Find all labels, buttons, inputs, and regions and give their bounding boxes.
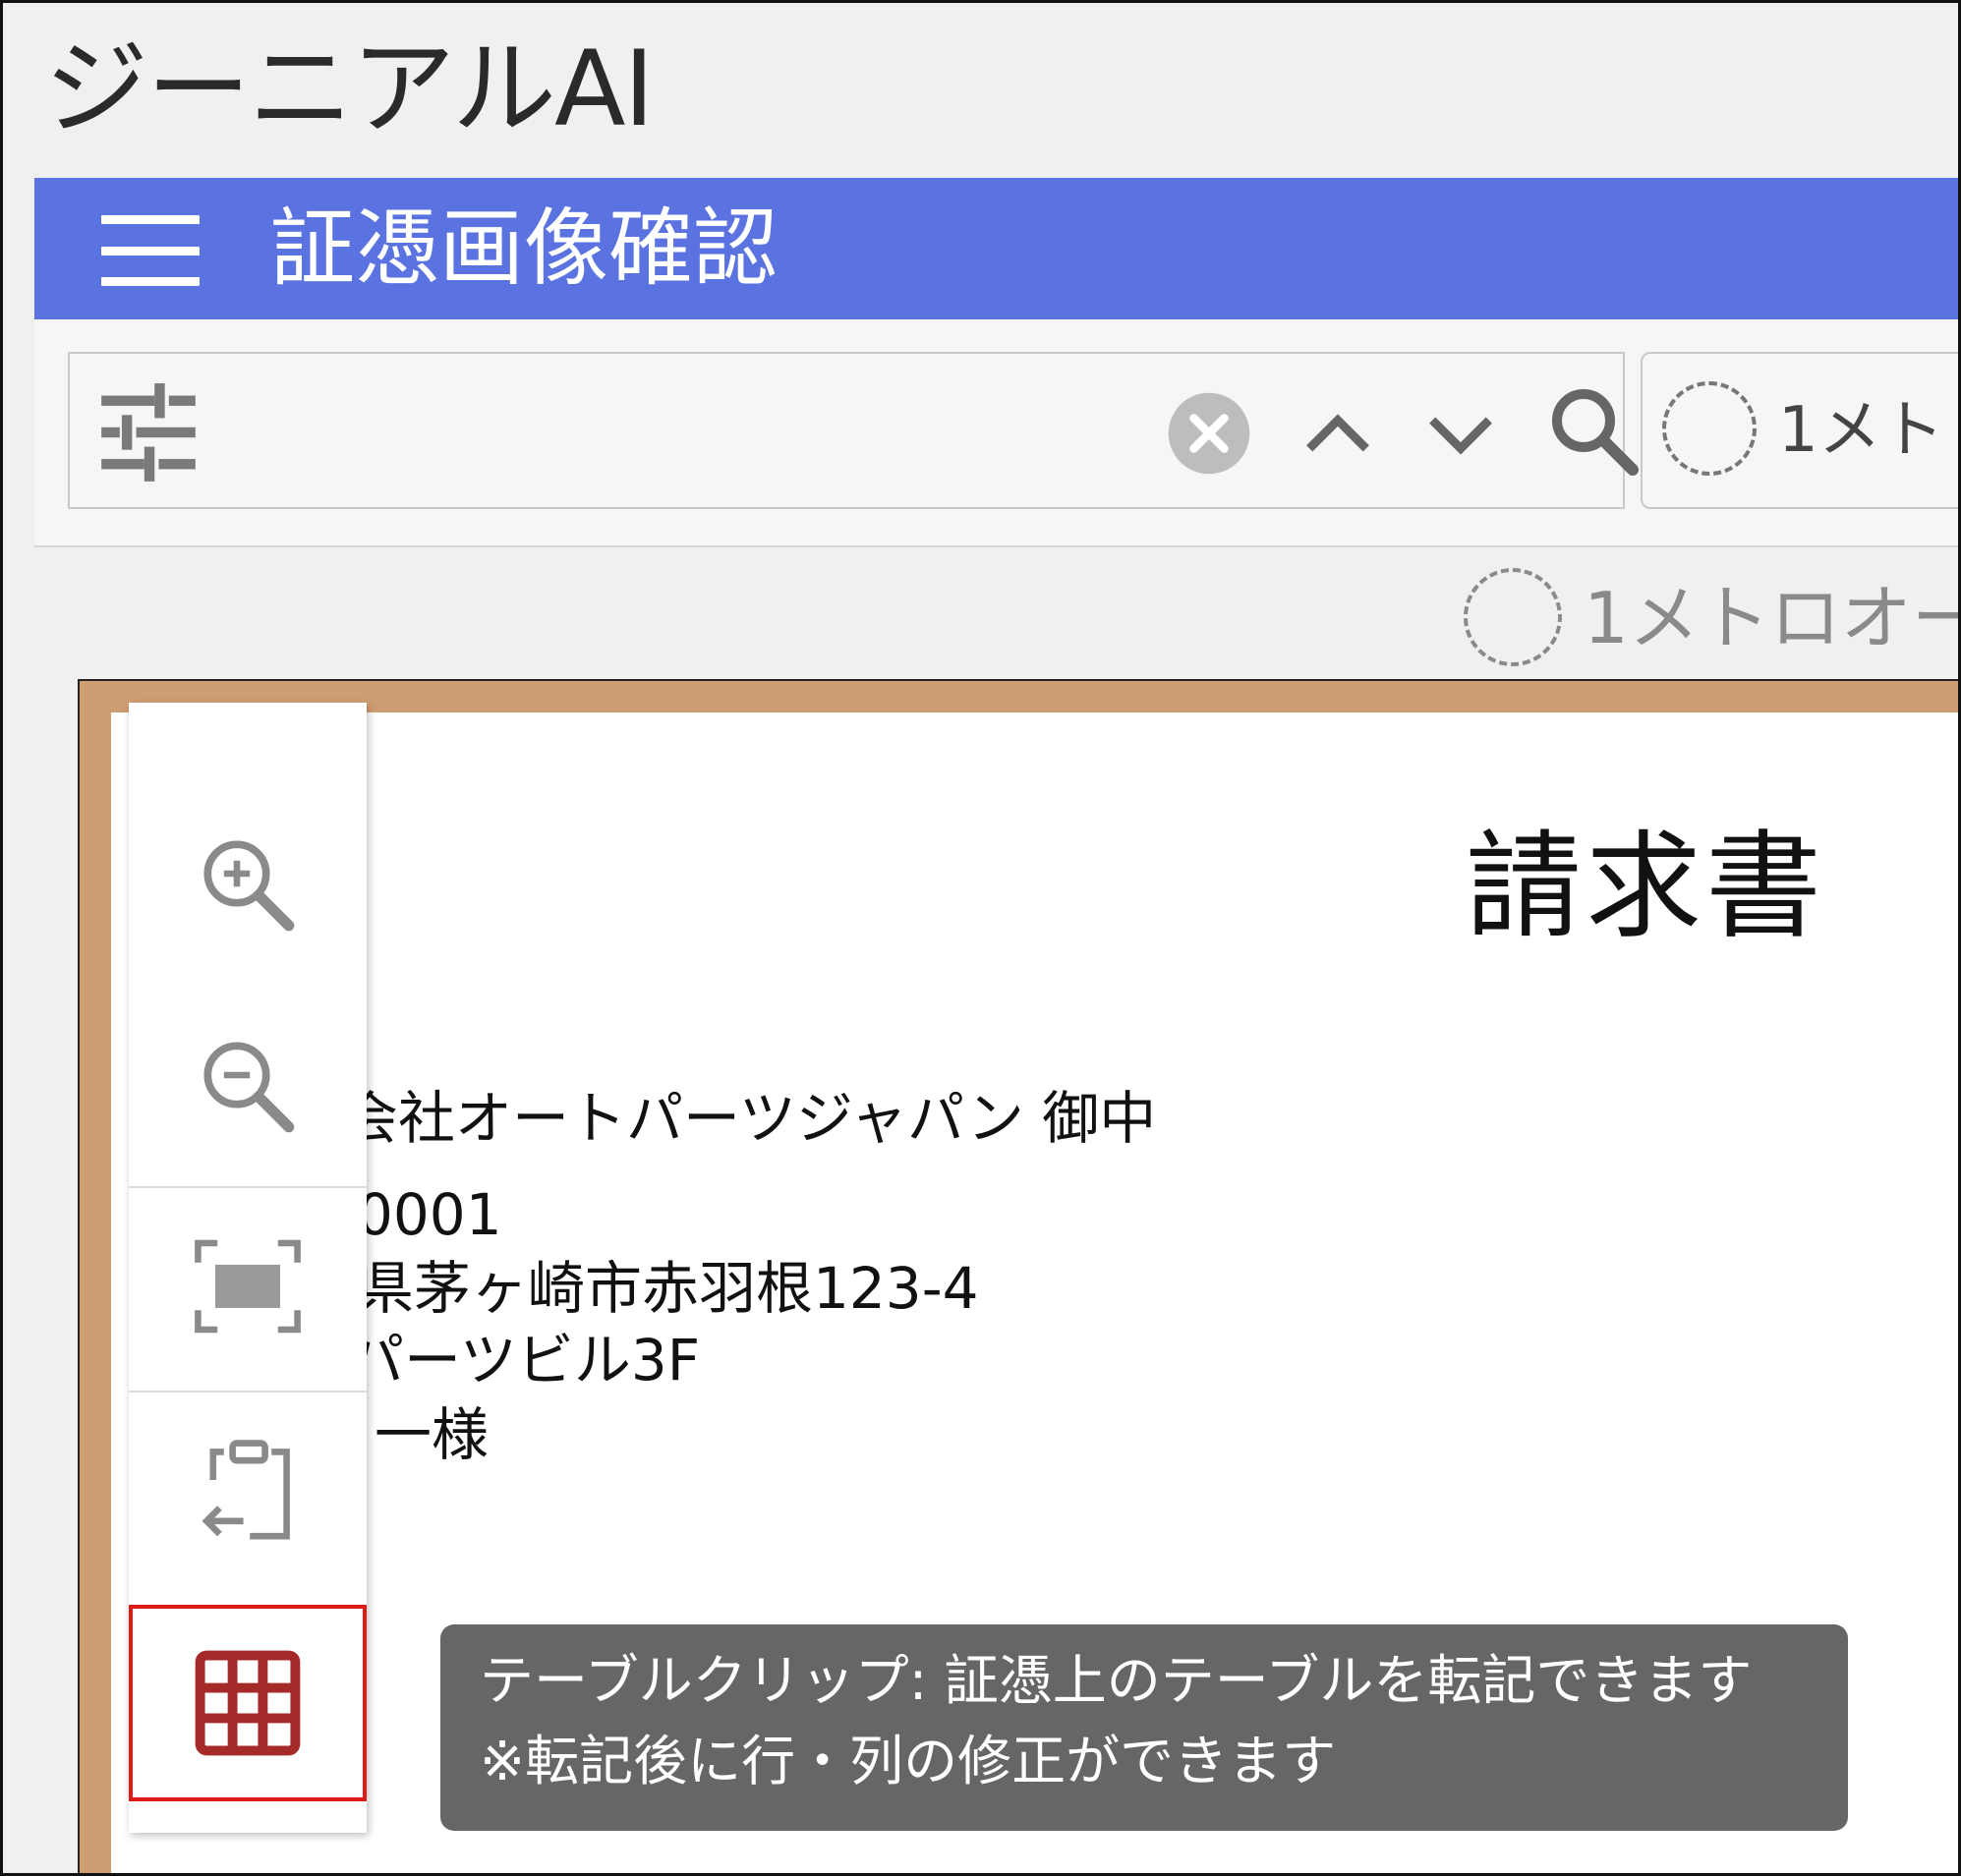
status-indicator: 1メトロオー xyxy=(1464,568,1961,666)
tooltip-line-2: ※転記後に行・列の修正ができます xyxy=(480,1730,1337,1792)
loading-spinner-icon xyxy=(1662,381,1757,476)
search-input[interactable] xyxy=(68,352,1639,509)
recipient-line: 会社オートパーツジャパン 御中 xyxy=(341,1085,1157,1152)
zoom-out-button[interactable] xyxy=(129,988,367,1184)
zoom-out-icon xyxy=(203,1042,295,1133)
invoice-title: 請求書 xyxy=(1466,819,1826,954)
clipboard-transfer-button[interactable] xyxy=(129,1393,367,1589)
contact-name-line: 一様 xyxy=(375,1401,490,1468)
status-text: 1メトロオー xyxy=(1584,577,1961,659)
chevron-up-icon[interactable] xyxy=(1298,395,1377,474)
postal-code-line: 0001 xyxy=(357,1181,502,1248)
building-line: パーツビル3F xyxy=(347,1327,701,1393)
app-title: ジーニアルAI xyxy=(44,28,655,149)
loading-spinner-icon xyxy=(1464,568,1562,666)
clear-circle-icon[interactable] xyxy=(1167,391,1251,476)
zoom-in-icon xyxy=(203,840,295,932)
fit-to-screen-icon xyxy=(195,1239,301,1334)
search-icon[interactable] xyxy=(1544,381,1643,480)
header-bar: 証憑画像確認 xyxy=(34,178,1958,319)
search-toolbar: 1メト xyxy=(34,319,1958,547)
hamburger-menu-icon[interactable] xyxy=(101,215,200,286)
viewer-tools-panel xyxy=(129,703,367,1833)
tooltip-line-1: テーブルクリップ: 証憑上のテーブルを転記できます xyxy=(480,1649,1753,1712)
selector-field-text: 1メト xyxy=(1778,394,1944,467)
fit-to-screen-button[interactable] xyxy=(129,1188,367,1385)
app-window: ジーニアルAI 証憑画像確認 1メト 1メトロオー 請求書 会社オートパーツジャ… xyxy=(0,0,1961,1876)
table-clip-tooltip: テーブルクリップ: 証憑上のテーブルを転記できます ※転記後に行・列の修正ができ… xyxy=(440,1624,1848,1831)
address-line: 県茅ヶ崎市赤羽根123-4 xyxy=(357,1255,979,1322)
chevron-down-icon[interactable] xyxy=(1421,395,1500,474)
selector-field[interactable]: 1メト xyxy=(1641,352,1958,509)
table-clip-button[interactable] xyxy=(129,1605,367,1801)
table-grid-icon xyxy=(195,1650,301,1756)
clipboard-transfer-icon xyxy=(202,1440,290,1540)
zoom-in-button[interactable] xyxy=(129,786,367,983)
filter-sliders-icon[interactable] xyxy=(97,381,200,483)
page-title: 証憑画像確認 xyxy=(270,199,778,298)
